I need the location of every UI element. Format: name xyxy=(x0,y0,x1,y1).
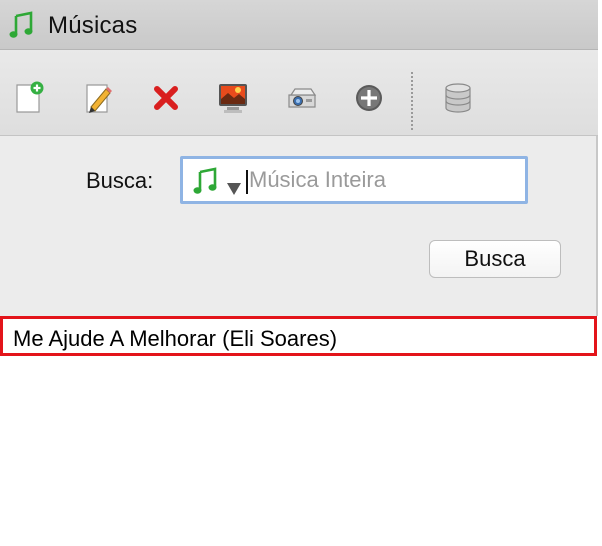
projector-button[interactable] xyxy=(284,82,320,118)
new-document-button[interactable] xyxy=(11,81,47,120)
songs-window: Músicas Busca: Música Inteira Busca Me A… xyxy=(0,0,598,546)
toolbar-separator xyxy=(411,72,413,130)
list-item-label: Me Ajude A Melhorar (Eli Soares) xyxy=(13,326,338,351)
delete-button[interactable] xyxy=(148,82,184,118)
red-x-icon xyxy=(151,83,181,118)
add-button[interactable] xyxy=(351,82,387,118)
plus-circle-icon xyxy=(353,82,385,119)
search-button[interactable]: Busca xyxy=(429,240,561,278)
edit-button[interactable] xyxy=(81,82,117,118)
title-bar[interactable]: Músicas xyxy=(0,0,598,50)
music-note-icon[interactable] xyxy=(193,166,219,196)
text-caret xyxy=(246,170,248,194)
chevron-down-icon[interactable] xyxy=(227,183,241,195)
database-icon xyxy=(442,81,474,120)
results-list[interactable]: Me Ajude A Melhorar (Eli Soares) xyxy=(0,316,598,546)
search-input[interactable] xyxy=(249,164,519,196)
pencil-icon xyxy=(82,81,116,120)
projector-slide-button[interactable] xyxy=(215,82,251,118)
new-document-icon xyxy=(12,81,46,120)
music-note-icon xyxy=(9,11,35,39)
monitor-image-icon xyxy=(216,81,250,120)
database-button[interactable] xyxy=(440,82,476,118)
search-label: Busca: xyxy=(86,168,154,193)
window-title: Músicas xyxy=(48,12,138,39)
toolbar xyxy=(0,50,598,136)
projector-icon xyxy=(285,81,319,120)
search-field[interactable] xyxy=(180,156,528,204)
list-item[interactable]: Me Ajude A Melhorar (Eli Soares) xyxy=(0,316,597,356)
